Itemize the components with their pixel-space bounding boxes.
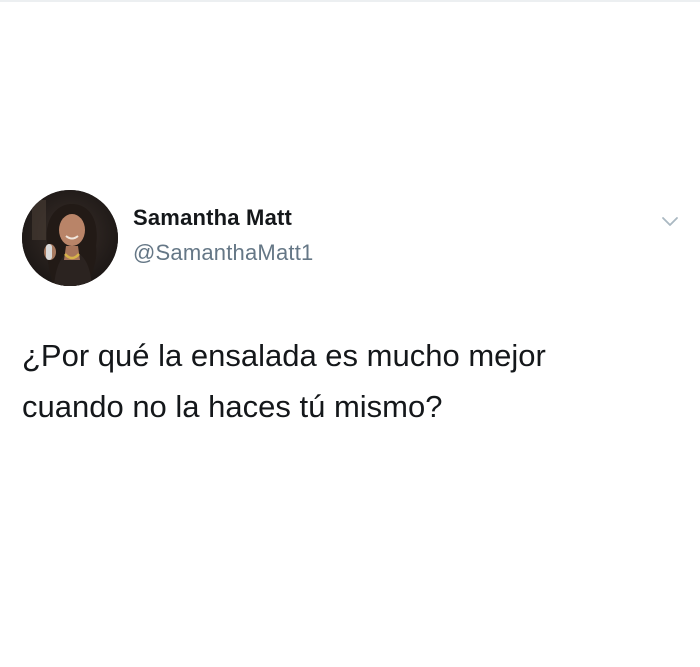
tweet-card: Samantha Matt @SamanthaMatt1 ¿Por qué la… [0,0,700,667]
author-name[interactable]: Samantha Matt [133,205,292,231]
avatar-photo [22,190,118,286]
avatar[interactable] [22,190,118,286]
chevron-down-icon [662,217,678,226]
tweet-text-line: ¿Por qué la ensalada es mucho mejor [22,338,546,373]
tweet-text-line: cuando no la haces tú mismo? [22,389,443,424]
author-handle[interactable]: @SamanthaMatt1 [133,240,313,266]
more-options-button[interactable] [656,208,684,236]
tweet-text: ¿Por qué la ensalada es mucho mejor cuan… [22,330,672,432]
